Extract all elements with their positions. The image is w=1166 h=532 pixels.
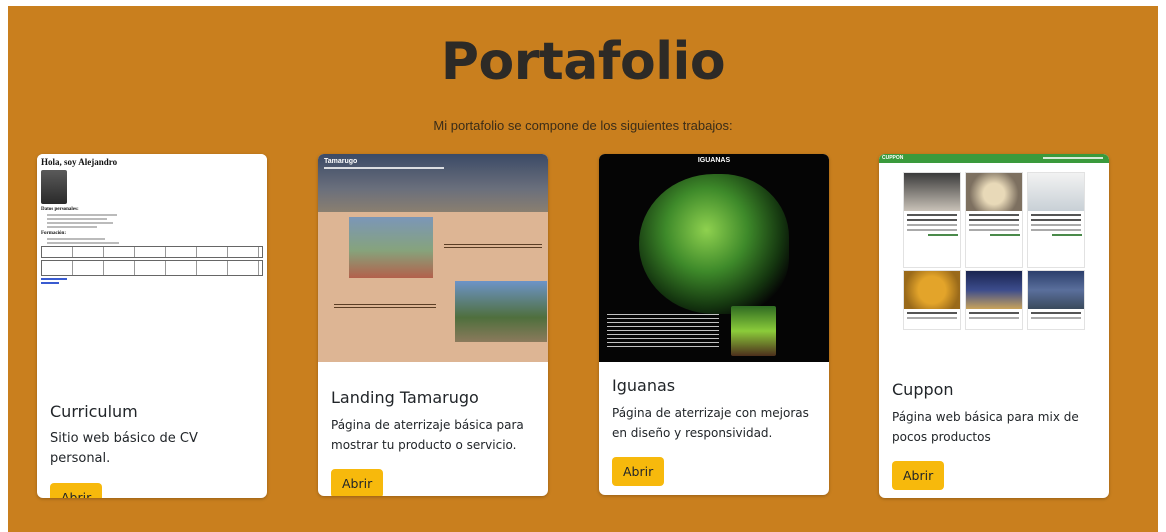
project-card-cuppon: CUPPON Cuppon Página web básica para mix… [879, 154, 1109, 498]
product-tile [903, 270, 961, 330]
open-landing-tamarugo-button[interactable]: Abrir [331, 469, 384, 496]
card-title: Curriculum [50, 402, 138, 421]
thumb-heading: CUPPON [882, 155, 904, 161]
open-curriculum-button[interactable]: Abrir [50, 483, 103, 498]
thumb-table [41, 246, 263, 258]
page-subtitle: Mi portafolio se compone de los siguient… [433, 118, 733, 133]
product-tile [965, 172, 1023, 268]
product-tile [903, 172, 961, 268]
small-iguana-image [731, 306, 776, 356]
product-tile [1027, 172, 1085, 268]
page-title: Portafolio [440, 32, 726, 92]
project-card-curriculum: Hola, soy Alejandro Datos personales: Fo… [37, 154, 267, 498]
thumb-section-heading: Formación: [41, 231, 66, 236]
curriculum-thumbnail: Hola, soy Alejandro Datos personales: Fo… [37, 154, 267, 362]
card-title: Landing Tamarugo [331, 388, 479, 407]
tamarugo-thumbnail: Tamarugo [318, 154, 548, 362]
product-tile [965, 270, 1023, 330]
product-tile [1027, 270, 1085, 330]
card-title: Cuppon [892, 380, 954, 399]
open-cuppon-button[interactable]: Abrir [892, 461, 945, 490]
profile-photo [41, 170, 67, 204]
iguanas-thumbnail: IGUANAS [599, 154, 829, 362]
iguana-image [639, 174, 789, 314]
card-description: Sitio web básico de CV personal. [50, 431, 198, 466]
card-description: Página web básica para mix de pocos prod… [892, 410, 1079, 444]
thumb-section-heading: Datos personales: [41, 207, 79, 212]
card-description: Página de aterrizaje con mejoras en dise… [612, 406, 809, 440]
project-card-landing-tamarugo: Tamarugo Landing Tamarugo Página de ater… [318, 154, 548, 496]
thumb-heading: Hola, soy Alejandro [41, 157, 118, 167]
card-description: Página de aterrizaje básica para mostrar… [331, 418, 524, 452]
cuppon-thumbnail: CUPPON [879, 154, 1109, 362]
thumb-heading: Tamarugo [324, 158, 358, 165]
tree-closeup-image [455, 281, 547, 342]
project-card-iguanas: IGUANAS Iguanas Página de aterrizaje con… [599, 154, 829, 495]
thumb-heading: IGUANAS [697, 157, 731, 164]
tree-image [349, 217, 433, 278]
thumb-table [41, 260, 263, 276]
portfolio-section: Portafolio Mi portafolio se compone de l… [8, 6, 1158, 532]
open-iguanas-button[interactable]: Abrir [612, 457, 665, 486]
card-title: Iguanas [612, 376, 676, 395]
